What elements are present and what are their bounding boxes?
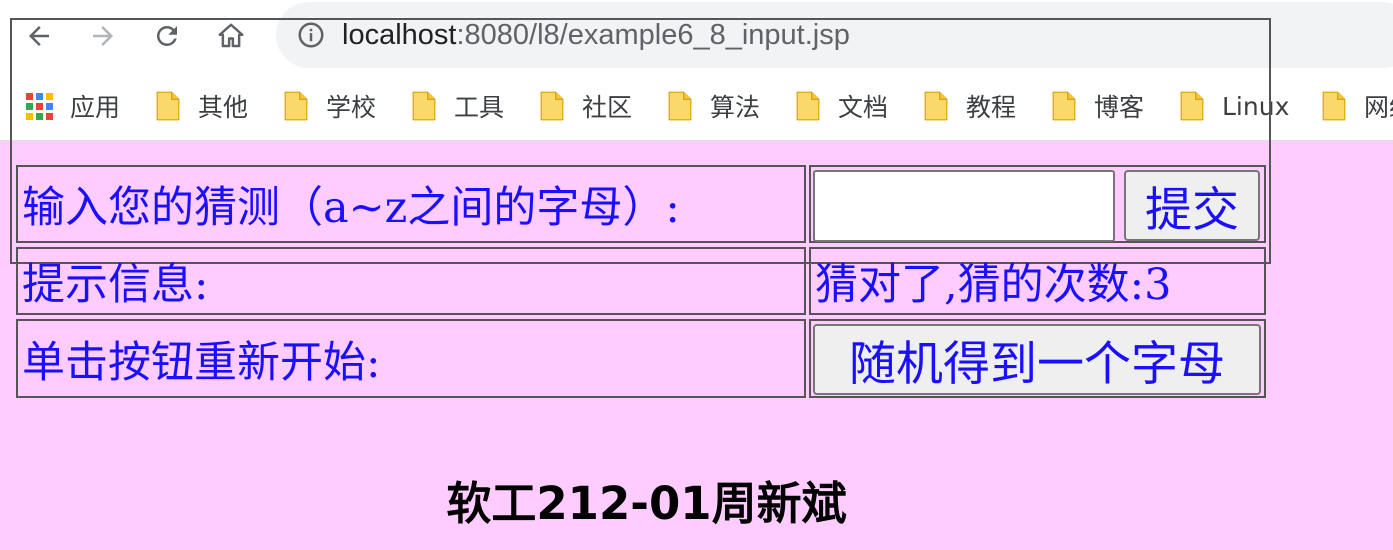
hint-label-cell: 提示信息: — [16, 247, 806, 315]
guess-label: 输入您的猜测（a~z之间的字母）: — [22, 183, 680, 233]
guess-label-cell: 输入您的猜测（a~z之间的字母）: — [16, 165, 806, 243]
hint-label: 提示信息: — [22, 260, 209, 310]
random-letter-button[interactable]: 随机得到一个字母 — [813, 324, 1261, 395]
hint-text-cell: 猜对了,猜的次数:3 — [809, 247, 1266, 315]
author-footer: 软工212-01周新斌 — [446, 477, 847, 530]
restart-label-cell: 单击按钮重新开始: — [16, 319, 806, 398]
bookmark-folder-wangluo[interactable]: 网络 — [1322, 86, 1393, 126]
hint-text: 猜对了,猜的次数:3 — [815, 260, 1172, 310]
restart-label: 单击按钮重新开始: — [22, 337, 381, 388]
guess-input[interactable] — [813, 170, 1115, 242]
submit-button[interactable]: 提交 — [1124, 170, 1260, 241]
folder-icon — [1322, 91, 1346, 121]
bookmark-label: 网络 — [1364, 93, 1393, 122]
